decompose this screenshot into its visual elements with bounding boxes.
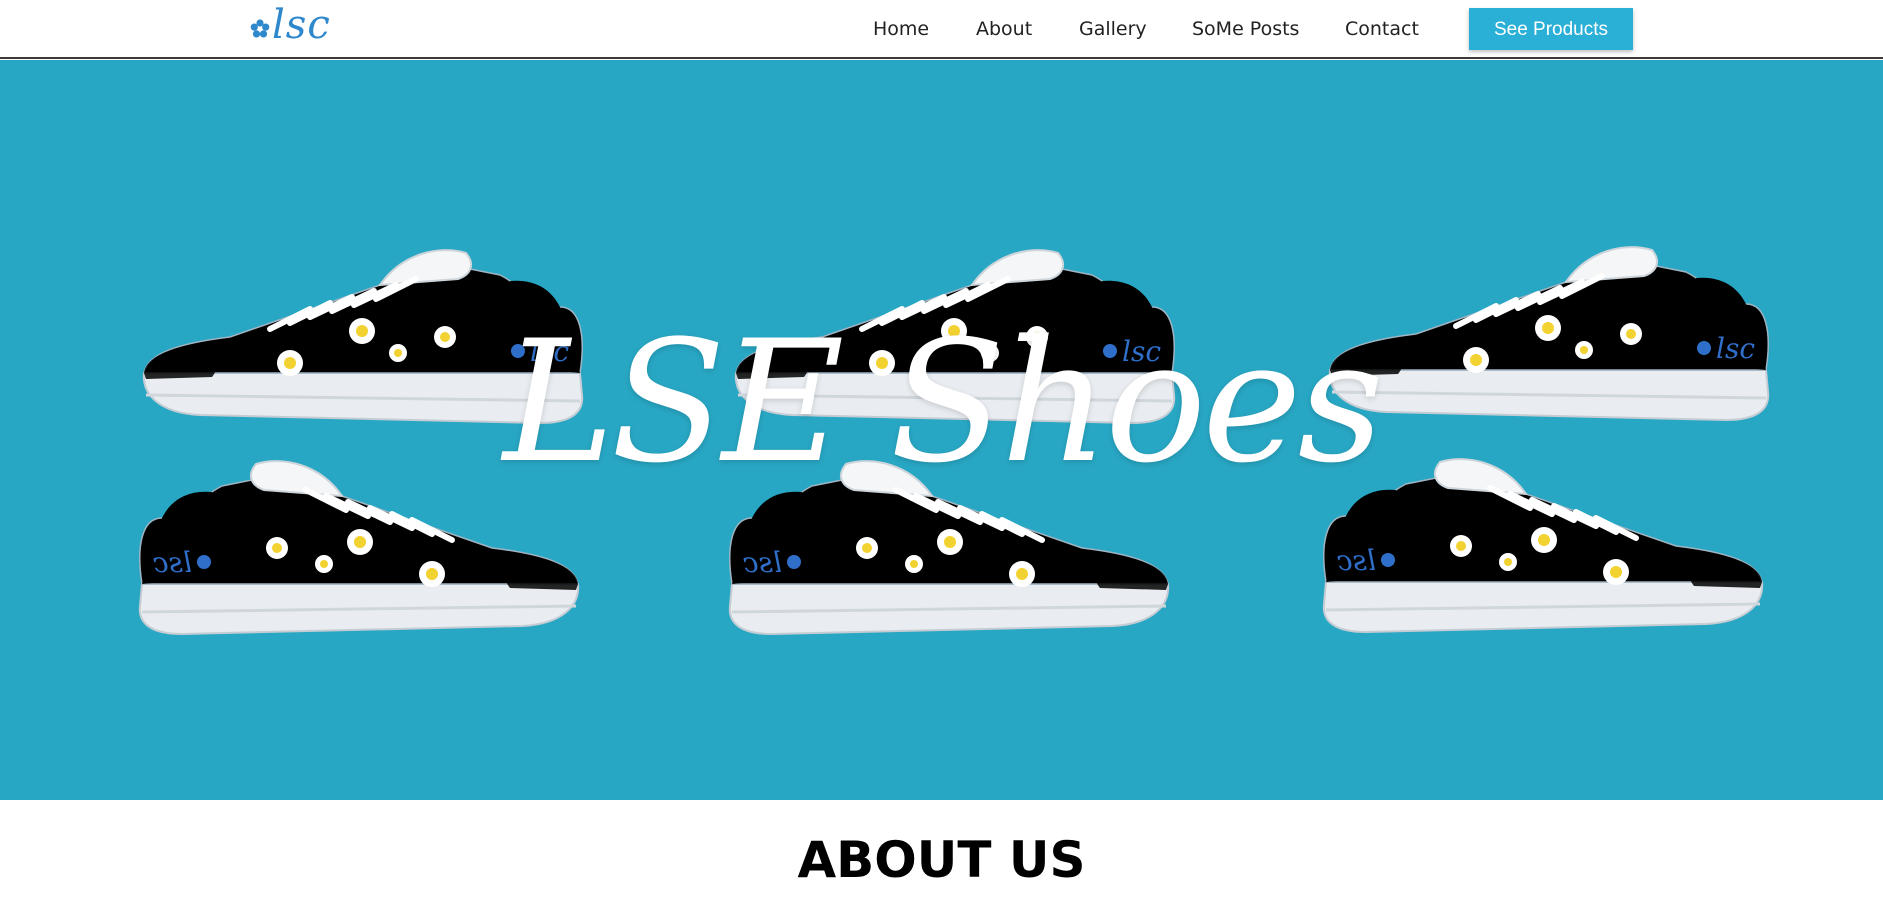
logo[interactable]: lsc [246, 0, 330, 58]
logo-wordmark: lsc [272, 2, 331, 48]
nav-about[interactable]: About [976, 18, 1032, 40]
hero-banner: lsc .s-blue .upper { fill: #bfdff2; } .s… [0, 60, 1883, 800]
nav-some-posts[interactable]: SoMe Posts [1192, 18, 1299, 40]
nav-contact[interactable]: Contact [1345, 18, 1419, 40]
site-header: lsc Home About Gallery SoMe Posts Contac… [0, 0, 1883, 59]
about-heading: ABOUT US [797, 831, 1086, 889]
nav-home[interactable]: Home [873, 18, 929, 40]
hero-title: LSE Shoes [503, 304, 1384, 500]
flower-icon [250, 19, 270, 38]
nav-gallery[interactable]: Gallery [1079, 18, 1147, 40]
see-products-button[interactable]: See Products [1469, 8, 1633, 50]
